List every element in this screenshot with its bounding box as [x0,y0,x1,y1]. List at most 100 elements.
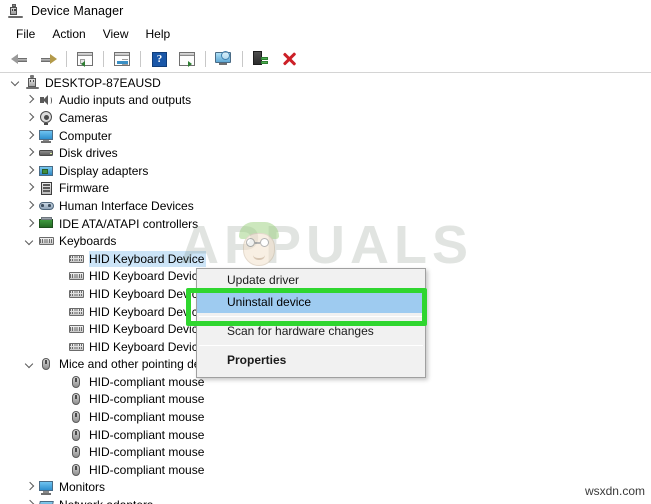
tree-item[interactable]: HID-compliant mouse [0,461,651,479]
chevron-down-icon[interactable] [22,356,38,372]
chevron-right-icon[interactable] [22,497,38,504]
keyboard-icon [68,251,84,267]
tree-item-label: HID-compliant mouse [89,392,205,407]
tree-item[interactable]: HID-compliant mouse [0,443,651,461]
tree-item-label: HID Keyboard Device [89,286,205,301]
context-menu-item-scan-for-hardware-changes[interactable]: Scan for hardware changes [197,320,425,342]
display-adapter-icon [38,163,54,179]
chevron-down-icon[interactable] [22,233,38,249]
scan-for-hardware-changes-button[interactable] [213,48,235,70]
tree-item[interactable]: DESKTOP-87EAUSD [0,74,651,92]
uninstall-device-button[interactable] [278,48,300,70]
tree-item[interactable]: Audio inputs and outputs [0,92,651,110]
menu-item-action[interactable]: Action [44,25,94,43]
keyboard-icon [68,286,84,302]
tree-item-label: HID-compliant mouse [89,427,205,442]
keyboard-icon [68,321,84,337]
context-menu-item-uninstall-device[interactable]: Uninstall device [197,291,425,313]
computer-root-icon [24,75,40,91]
question-mark-icon: ? [152,52,167,67]
toolbar: ? [0,45,651,73]
site-watermark: wsxdn.com [584,484,645,498]
firmware-icon [38,180,54,196]
monitor-icon [38,128,54,144]
monitor-icon [38,479,54,495]
chevron-right-icon[interactable] [22,128,38,144]
show-hide-action-pane-button[interactable] [176,48,198,70]
chevron-right-icon[interactable] [22,145,38,161]
tree-item[interactable]: Human Interface Devices [0,197,651,215]
tree-item-label: HID Keyboard Device [89,250,207,267]
tree-item-label: Disk drives [59,146,118,161]
update-driver-button[interactable] [250,48,272,70]
tree-item[interactable]: HID-compliant mouse [0,391,651,409]
tree-item[interactable]: Display adapters [0,162,651,180]
back-button[interactable] [9,48,31,70]
hid-icon [38,198,54,214]
tree-item[interactable]: Computer [0,127,651,145]
chevron-right-icon[interactable] [22,92,38,108]
speaker-icon [38,92,54,108]
tree-item-label: Audio inputs and outputs [59,93,192,108]
properties-button[interactable] [111,48,133,70]
chevron-down-icon[interactable] [8,75,24,91]
tree-item[interactable]: Keyboards [0,232,651,250]
tree-item-label: Display adapters [59,163,149,178]
tree-item[interactable]: HID Keyboard Device [0,250,651,268]
window-title: Device Manager [31,4,124,18]
mouse-icon [68,427,84,443]
context-menu-item-properties[interactable]: Properties [197,349,425,371]
tree-item[interactable]: Disk drives [0,144,651,162]
toolbar-divider [0,72,651,73]
chevron-right-icon[interactable] [22,198,38,214]
toolbar-separator [140,51,141,67]
tree-item[interactable]: HID-compliant mouse [0,426,651,444]
tree-item[interactable]: HID-compliant mouse [0,408,651,426]
title-bar: Device Manager [0,0,651,22]
keyboard-icon [68,304,84,320]
context-menu-separator [199,316,423,317]
context-menu-separator [199,345,423,346]
tree-item-label: Cameras [59,110,108,125]
chevron-right-icon[interactable] [22,479,38,495]
menu-item-help[interactable]: Help [138,25,180,43]
tree-item-label: HID Keyboard Device [89,304,205,319]
keyboard-icon [68,268,84,284]
mouse-icon [68,374,84,390]
forward-arrow-icon [39,54,57,65]
tree-item[interactable]: Network adapters [0,496,651,504]
chevron-right-icon[interactable] [22,180,38,196]
chevron-right-icon[interactable] [22,163,38,179]
keyboard-icon [38,233,54,249]
tree-item-label: HID Keyboard Device [89,269,205,284]
tree-item-label: HID-compliant mouse [89,374,205,389]
tree-item[interactable]: Monitors [0,479,651,497]
context-menu[interactable]: Update driver Uninstall device Scan for … [196,268,426,378]
network-adapter-icon [38,497,54,504]
red-x-icon [281,51,297,67]
menu-item-view[interactable]: View [95,25,138,43]
tree-item-label: IDE ATA/ATAPI controllers [59,216,199,231]
mouse-icon [68,409,84,425]
context-menu-item-update-driver[interactable]: Update driver [197,269,425,291]
help-button[interactable]: ? [148,48,170,70]
device-manager-window: Device Manager File Action View Help ? A… [0,0,651,504]
show-hide-console-tree-button[interactable] [74,48,96,70]
chevron-right-icon[interactable] [22,110,38,126]
back-arrow-icon [11,54,29,65]
chevron-right-icon[interactable] [22,216,38,232]
forward-button[interactable] [37,48,59,70]
menu-bar: File Action View Help [0,22,651,45]
menu-item-file[interactable]: File [8,25,44,43]
mouse-icon [68,462,84,478]
tree-item[interactable]: Firmware [0,180,651,198]
tree-item[interactable]: IDE ATA/ATAPI controllers [0,215,651,233]
tree-item[interactable]: Cameras [0,109,651,127]
